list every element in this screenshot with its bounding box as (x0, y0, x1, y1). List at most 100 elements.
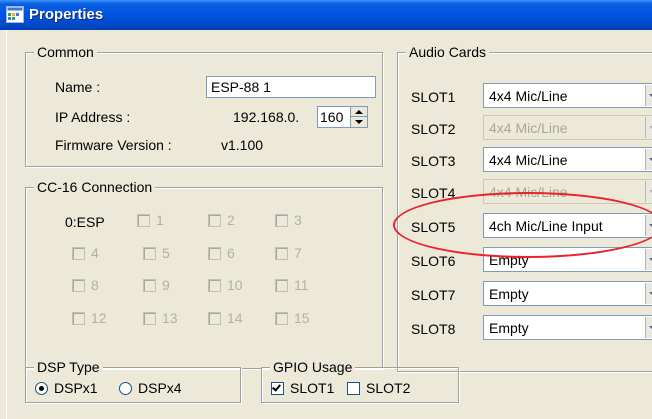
down-arrow-icon (355, 120, 363, 124)
slot8-dropdown-button[interactable] (645, 317, 652, 338)
slot2-label: SLOT2 (411, 121, 456, 137)
slot7-select[interactable]: Empty (483, 281, 652, 306)
cc16-port-5-checkbox[interactable]: 5 (143, 245, 170, 261)
name-label: Name : (55, 79, 101, 95)
slot1-dropdown-button[interactable] (645, 85, 652, 106)
cc16-port-6-checkbox[interactable]: 6 (208, 245, 235, 261)
firmware-label: Firmware Version : (55, 137, 172, 153)
slot2-select: 4x4 Mic/Line (483, 115, 652, 140)
cc16-port-8-checkbox[interactable]: 8 (72, 277, 99, 293)
slot3-select[interactable]: 4x4 Mic/Line (483, 147, 652, 172)
cc16-port-label: 10 (227, 277, 243, 293)
gpio-slot2-checkbox[interactable]: SLOT2 (347, 380, 410, 396)
app-icon (6, 6, 24, 23)
cc16-port-label: 4 (91, 245, 99, 261)
cc16-port-label: 12 (91, 310, 107, 326)
slot4-dropdown-button (645, 181, 652, 202)
slot1-label: SLOT1 (411, 89, 456, 105)
spin-up-button[interactable] (351, 107, 367, 117)
slot8-label: SLOT8 (411, 321, 456, 337)
slot3-value: 4x4 Mic/Line (489, 152, 568, 168)
slot3-label: SLOT3 (411, 153, 456, 169)
slot5-select[interactable]: 4ch Mic/Line Input (483, 213, 652, 238)
slot4-select: 4x4 Mic/Line (483, 179, 652, 204)
slot7-value: Empty (489, 286, 529, 302)
dspx1-label: DSPx1 (54, 380, 98, 396)
chevron-down-icon (648, 93, 652, 98)
slot6-value: Empty (489, 252, 529, 268)
cc16-port-label: 13 (162, 310, 178, 326)
name-input[interactable]: ESP-88 1 (206, 76, 376, 98)
gpio-slot2-label: SLOT2 (366, 380, 411, 396)
ip-octet-spinner[interactable] (351, 106, 368, 128)
chevron-down-icon (648, 189, 652, 194)
cc16-port-label: 11 (294, 277, 309, 293)
cc16-port-12-checkbox[interactable]: 12 (72, 310, 107, 326)
gpio-slot1-label: SLOT1 (290, 380, 335, 396)
slot3-dropdown-button[interactable] (645, 149, 652, 170)
cc16-port-label: 8 (91, 277, 99, 293)
chevron-down-icon (648, 125, 652, 130)
cc16-port-10-checkbox[interactable]: 10 (208, 277, 243, 293)
slot7-dropdown-button[interactable] (645, 283, 652, 304)
cc16-port-4-checkbox[interactable]: 4 (72, 245, 99, 261)
ip-address-label: IP Address : (55, 109, 131, 125)
firmware-value: v1.100 (221, 137, 264, 153)
ip-address-prefix: 192.168.0. (233, 109, 300, 125)
slot4-value: 4x4 Mic/Line (489, 184, 568, 200)
cc16-port-label: 3 (294, 212, 302, 228)
dspx4-radio[interactable]: DSPx4 (119, 380, 182, 396)
cc16-port-label: 1 (156, 212, 164, 228)
audio-cards-group-title: Audio Cards (406, 43, 490, 61)
chevron-down-icon (648, 291, 652, 296)
slot4-label: SLOT4 (411, 185, 456, 201)
cc16-port-7-checkbox[interactable]: 7 (275, 245, 302, 261)
slot2-dropdown-button (645, 117, 652, 138)
slot8-value: Empty (489, 320, 529, 336)
spin-down-button[interactable] (351, 117, 367, 127)
gpio-slot1-checkbox[interactable]: SLOT1 (271, 380, 334, 396)
slot8-select[interactable]: Empty (483, 315, 652, 340)
ip-last-octet-input[interactable]: 160 (317, 106, 351, 128)
slot6-dropdown-button[interactable] (645, 249, 652, 270)
cc16-port-label: 14 (227, 310, 243, 326)
dspx1-radio[interactable]: DSPx1 (35, 380, 98, 396)
slot5-dropdown-button[interactable] (645, 215, 652, 236)
slot6-select[interactable]: Empty (483, 247, 652, 272)
slot6-label: SLOT6 (411, 253, 456, 269)
chevron-down-icon (648, 223, 652, 228)
cc16-port-label: 15 (294, 310, 310, 326)
cc16-port-14-checkbox[interactable]: 14 (208, 310, 243, 326)
chevron-down-icon (648, 257, 652, 262)
window-title: Properties (29, 6, 104, 23)
cc16-port-label: 2 (227, 212, 235, 228)
cc16-port-13-checkbox[interactable]: 13 (143, 310, 178, 326)
cc16-port-1-checkbox[interactable]: 1 (137, 212, 164, 228)
properties-dialog-body: Common Name : ESP-88 1 IP Address : 192.… (6, 30, 652, 419)
slot5-value: 4ch Mic/Line Input (489, 218, 603, 234)
slot7-label: SLOT7 (411, 287, 456, 303)
check-icon (272, 381, 281, 392)
chevron-down-icon (648, 157, 652, 162)
cc16-port-11-checkbox[interactable]: 11 (275, 277, 309, 293)
up-arrow-icon (355, 109, 363, 114)
cc16-port-15-checkbox[interactable]: 15 (275, 310, 310, 326)
cc16-port-9-checkbox[interactable]: 9 (143, 277, 170, 293)
gpio-usage-group-title: GPIO Usage (270, 358, 356, 376)
slot5-label: SLOT5 (411, 219, 456, 235)
slot1-select[interactable]: 4x4 Mic/Line (483, 83, 652, 108)
cc16-group-title: CC-16 Connection (34, 178, 156, 196)
cc16-port-label: 6 (227, 245, 235, 261)
chevron-down-icon (648, 325, 652, 330)
cc16-port-3-checkbox[interactable]: 3 (275, 212, 302, 228)
dsp-type-group-title: DSP Type (34, 358, 103, 376)
esp-port-label: 0:ESP (65, 214, 105, 230)
slot1-value: 4x4 Mic/Line (489, 88, 568, 104)
common-group-title: Common (34, 43, 97, 61)
title-bar[interactable]: Properties (0, 0, 652, 30)
slot2-value: 4x4 Mic/Line (489, 120, 568, 136)
cc16-port-label: 9 (162, 277, 170, 293)
cc16-port-2-checkbox[interactable]: 2 (208, 212, 235, 228)
cc16-port-label: 5 (162, 245, 170, 261)
cc16-port-label: 7 (294, 245, 302, 261)
